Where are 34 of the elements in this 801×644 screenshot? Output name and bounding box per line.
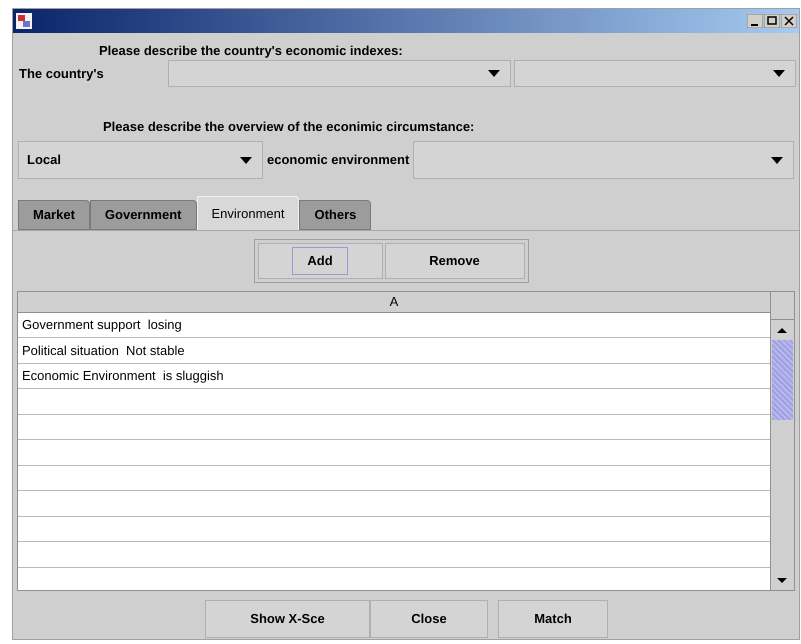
- maximize-icon[interactable]: [764, 14, 780, 28]
- section-heading: Please describe the country's economic indexes:: [98, 42, 403, 60]
- table-cell-text: Government support losing: [22, 316, 182, 334]
- button[interactable]: Remove: [384, 243, 524, 279]
- dropdown[interactable]: [413, 141, 794, 179]
- section-heading: Please describe the overview of the econimic circumstance:: [102, 118, 474, 136]
- table-row[interactable]: Economic Environment is sluggish: [18, 364, 770, 389]
- field-label: The country's: [18, 64, 105, 83]
- tab[interactable]: Market: [18, 200, 90, 230]
- button[interactable]: Show X-Sce: [205, 600, 370, 638]
- dropdown[interactable]: [514, 60, 796, 87]
- dropdown-arrow-icon: [240, 156, 252, 164]
- dropdown-arrow-icon: [488, 70, 500, 77]
- app-icon: [15, 12, 33, 30]
- scroll-thumb[interactable]: [772, 340, 793, 420]
- table-row[interactable]: Government support losing: [18, 312, 770, 338]
- tab[interactable]: Others: [299, 200, 372, 230]
- dropdown[interactable]: Local: [18, 141, 263, 179]
- column-header[interactable]: A: [18, 292, 770, 312]
- button[interactable]: Add: [258, 243, 382, 279]
- dropdown-arrow-icon: [773, 70, 785, 77]
- dropdown-arrow-icon: [771, 156, 783, 164]
- close-icon[interactable]: [781, 14, 797, 28]
- field-label: economic environment: [267, 151, 410, 170]
- tab[interactable]: Government: [90, 200, 196, 230]
- table-cell-text: Political situation Not stable: [22, 342, 185, 360]
- tab[interactable]: Environment: [196, 196, 300, 230]
- button[interactable]: Match: [498, 600, 608, 638]
- scrollbar[interactable]: [770, 292, 794, 590]
- table-row[interactable]: Political situation Not stable: [18, 338, 770, 364]
- button[interactable]: Close: [370, 600, 488, 638]
- minimize-icon[interactable]: [747, 14, 763, 28]
- dropdown[interactable]: [168, 60, 511, 87]
- table-cell-text: Economic Environment is sluggish: [22, 367, 224, 385]
